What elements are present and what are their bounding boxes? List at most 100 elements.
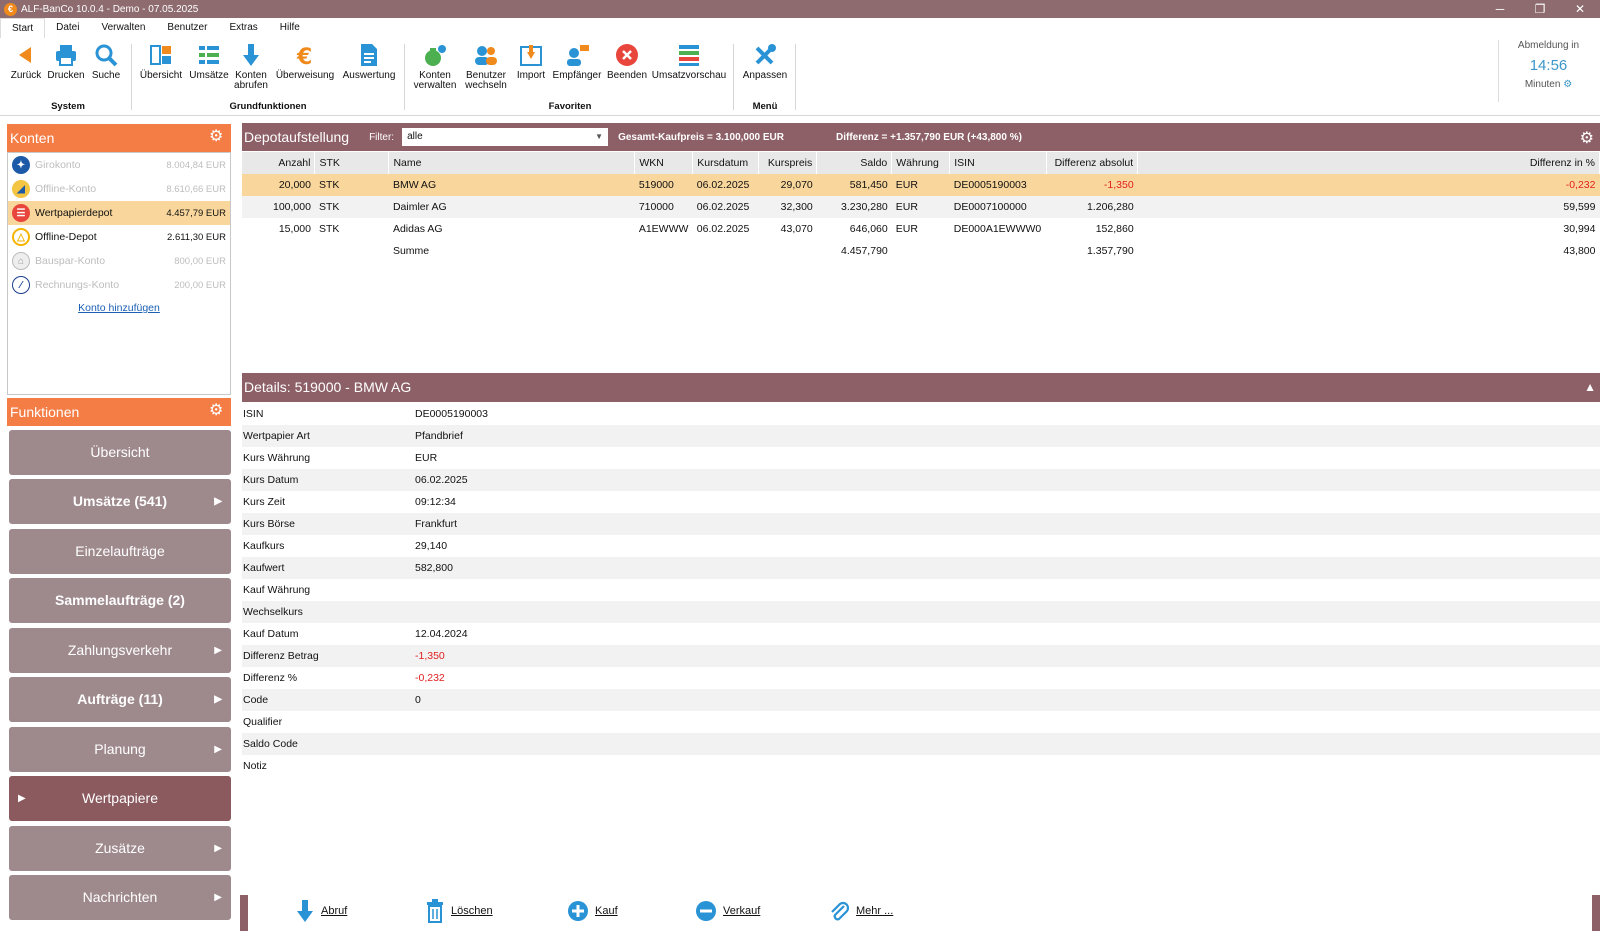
func-zusaetze[interactable]: Zusätze ▶	[9, 826, 231, 871]
detail-row: Code 0	[242, 689, 1600, 711]
logout-label: Abmeldung in	[1517, 40, 1580, 51]
gear-icon[interactable]: ⚙	[209, 129, 225, 145]
benutzer-wechseln-button[interactable]: Benutzer wechseln	[462, 42, 510, 91]
detail-row: Kaufwert 582,800	[242, 557, 1600, 579]
detail-row: Notiz	[243, 760, 267, 772]
empfaenger-button[interactable]: Empfänger	[551, 42, 603, 81]
umsaetze-button[interactable]: Umsätze	[188, 42, 230, 81]
umsatzvorschau-button[interactable]: Umsatzvorschau	[650, 42, 728, 81]
bar-edge	[1592, 895, 1600, 931]
list-icon	[199, 46, 219, 64]
beenden-button[interactable]: Beenden	[606, 42, 648, 81]
col-anzahl[interactable]: Anzahl	[242, 152, 316, 174]
close-button[interactable]: ✕	[1560, 0, 1600, 18]
menu-verwalten[interactable]: Verwalten	[90, 18, 156, 38]
chevron-right-icon: ▶	[214, 892, 222, 903]
uebersicht-button[interactable]: Übersicht	[138, 42, 184, 81]
table-row[interactable]: 20,000 STK BMW AG 519000 06.02.2025 29,0…	[242, 174, 1600, 196]
chevron-right-icon: ▶	[214, 496, 222, 507]
func-zahlungsverkehr[interactable]: Zahlungsverkehr ▶	[9, 628, 231, 673]
detail-row: Wertpapier Art Pfandbrief	[242, 425, 1600, 447]
overview-icon	[150, 45, 171, 65]
depot-table: Anzahl STK Name WKN Kursdatum Kurspreis …	[242, 152, 1600, 262]
col-saldo[interactable]: Saldo	[816, 152, 893, 174]
col-kursdatum[interactable]: Kursdatum	[692, 152, 760, 174]
drucken-button[interactable]: Drucken	[46, 42, 86, 81]
col-isin[interactable]: ISIN	[949, 152, 1048, 174]
func-wertpapiere[interactable]: ▶ Wertpapiere	[9, 776, 231, 821]
account-item[interactable]: ✦ Girokonto 8.004,84 EUR	[8, 153, 230, 177]
kauf-button[interactable]: Kauf	[567, 899, 618, 923]
group-system: System	[51, 101, 85, 112]
money-bag-gear-icon	[425, 45, 446, 66]
gear-icon[interactable]: ⚙	[1563, 79, 1572, 90]
filter-label: Filter:	[369, 131, 395, 143]
import-button[interactable]: Import	[513, 42, 549, 81]
account-item[interactable]: △ Offline-Depot 2.611,30 EUR	[8, 225, 230, 249]
mehr-button[interactable]: Mehr ...	[828, 899, 893, 923]
filter-select[interactable]: alle ▼	[402, 128, 609, 146]
table-row[interactable]: 15,000 STK Adidas AG A1EWWW 06.02.2025 4…	[242, 218, 1600, 240]
account-item[interactable]: ◢ Offline-Konto 8.610,66 EUR	[8, 177, 230, 201]
paperclip-icon	[831, 901, 850, 921]
deutsche-bank-icon: ⁄	[12, 276, 30, 294]
gear-icon[interactable]: ⚙	[1580, 128, 1594, 148]
close-circle-icon	[616, 44, 638, 66]
abruf-button[interactable]: Abruf	[295, 899, 347, 923]
func-nachrichten[interactable]: Nachrichten ▶	[9, 875, 231, 920]
col-differenz-absolut[interactable]: Differenz absolut	[1046, 152, 1139, 174]
details-title: Details: 519000 - BMW AG	[244, 379, 412, 395]
suche-button[interactable]: Suche	[89, 42, 123, 81]
group-favoriten: Favoriten	[548, 101, 592, 112]
funktionen-title: Funktionen	[10, 404, 80, 420]
chevron-right-icon: ▶	[214, 744, 222, 755]
funktionen-header: Funktionen ⚙	[7, 398, 231, 426]
minimize-button[interactable]: ─	[1480, 0, 1520, 18]
func-auftraege[interactable]: Aufträge (11) ▶	[9, 677, 231, 722]
download-arrow-icon	[297, 900, 313, 922]
func-einzelauftraege[interactable]: Einzelaufträge	[9, 529, 231, 574]
detail-row: Kurs Börse Frankfurt	[242, 513, 1600, 535]
menu-start[interactable]: Start	[0, 17, 46, 39]
add-account-link[interactable]: Konto hinzufügen	[8, 302, 230, 314]
col-differenz-prozent[interactable]: Differenz in %	[1137, 152, 1600, 174]
col-stk[interactable]: STK	[314, 152, 390, 174]
account-item[interactable]: ☰ Wertpapierdepot 4.457,79 EUR	[8, 201, 230, 225]
menu-datei[interactable]: Datei	[45, 18, 90, 38]
col-kurspreis[interactable]: Kurspreis	[758, 152, 818, 174]
offline-depot-icon: △	[12, 228, 30, 246]
table-row[interactable]: 100,000 STK Daimler AG 710000 06.02.2025…	[242, 196, 1600, 218]
ribbon-divider	[404, 44, 405, 110]
konten-abrufen-button[interactable]: Konten abrufen	[232, 42, 270, 91]
maximize-button[interactable]: ❐	[1520, 0, 1560, 18]
col-name[interactable]: Name	[388, 152, 636, 174]
func-sammelauftraege[interactable]: Sammelaufträge (2)	[9, 578, 231, 623]
search-icon	[95, 44, 118, 67]
depot-title: Depotaufstellung	[244, 129, 350, 145]
konten-verwalten-button[interactable]: Konten verwalten	[412, 42, 458, 91]
menu-extras[interactable]: Extras	[218, 18, 268, 38]
document-icon	[361, 44, 377, 66]
col-waehrung[interactable]: Währung	[891, 152, 951, 174]
account-item[interactable]: ⁄ Rechnungs-Konto 200,00 EUR	[8, 273, 230, 297]
minus-circle-icon	[696, 901, 716, 921]
gear-icon[interactable]: ⚙	[209, 403, 225, 419]
offline-account-icon: ◢	[12, 180, 30, 198]
verkauf-button[interactable]: Verkauf	[695, 899, 760, 923]
func-umsaetze[interactable]: Umsätze (541) ▶	[9, 479, 231, 524]
col-wkn[interactable]: WKN	[634, 152, 694, 174]
account-item[interactable]: ⌂ Bauspar-Konto 800,00 EUR	[8, 249, 230, 273]
func-uebersicht[interactable]: Übersicht	[9, 430, 231, 475]
auswertung-button[interactable]: Auswertung	[340, 42, 398, 81]
detail-row: Kurs Währung EUR	[243, 452, 438, 464]
group-menue: Menü	[752, 101, 778, 112]
anpassen-button[interactable]: Anpassen	[742, 42, 788, 81]
func-planung[interactable]: Planung ▶	[9, 727, 231, 772]
zurueck-button[interactable]: Zurück	[8, 42, 44, 81]
depot-header: Depotaufstellung Filter: alle ▼ Gesamt-K…	[242, 123, 1600, 151]
ueberweisung-button[interactable]: € Überweisung	[274, 42, 336, 81]
menu-hilfe[interactable]: Hilfe	[269, 18, 311, 38]
menu-benutzer[interactable]: Benutzer	[156, 18, 218, 38]
collapse-icon[interactable]: ▲	[1584, 373, 1596, 402]
loeschen-button[interactable]: Löschen	[425, 899, 493, 923]
